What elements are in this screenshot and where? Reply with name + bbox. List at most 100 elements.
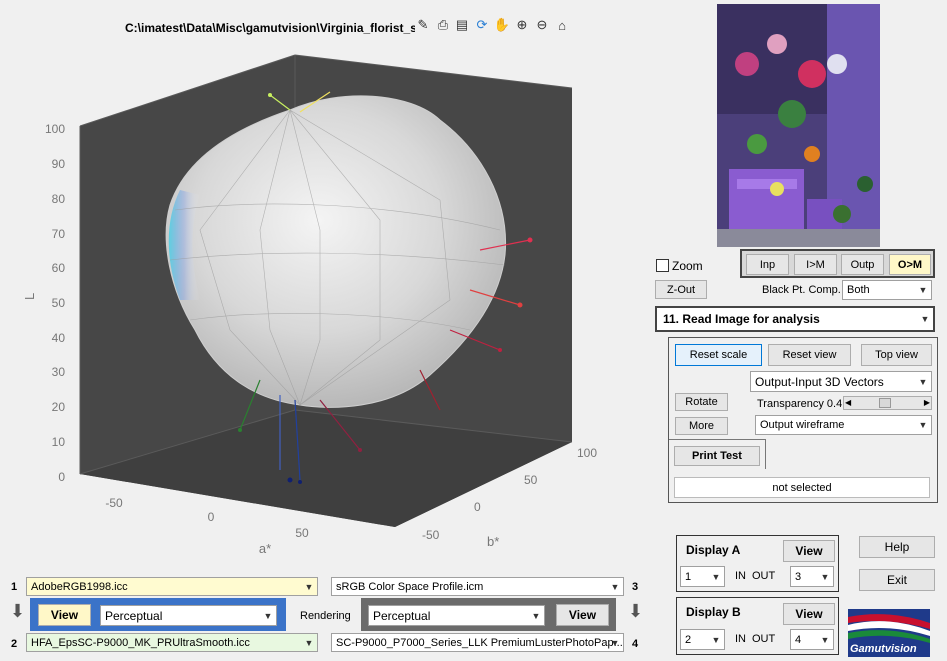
l-tick: 60: [52, 261, 66, 275]
slider-right-arrow-icon[interactable]: ▶: [924, 397, 930, 409]
input-profile-select[interactable]: AdobeRGB1998.icc ▼: [26, 577, 318, 596]
rendering-label: Rendering: [300, 610, 351, 622]
analysis-select-value: 11. Read Image for analysis: [663, 312, 820, 326]
chevron-down-icon: ▼: [610, 637, 620, 648]
vectors-select-value: Output-Input 3D Vectors: [755, 374, 884, 389]
black-pt-value: Both: [847, 284, 870, 296]
figure-title: C:\imatest\Data\Misc\gamutvision\Virgini…: [125, 21, 415, 35]
display-b-view-button[interactable]: View: [783, 603, 835, 625]
intent-left-value: Perceptual: [105, 608, 163, 623]
display-a-in-select[interactable]: 1 ▼: [680, 566, 725, 587]
rotate-3d-icon[interactable]: ⟳: [473, 16, 491, 34]
printer-profile-select[interactable]: HFA_EpsSC-P9000_MK_PRUltraSmooth.icc ▼: [26, 633, 318, 652]
l-tick: 90: [52, 157, 66, 171]
display-b-in-label: IN: [735, 633, 746, 645]
slider-left-arrow-icon[interactable]: ◀: [845, 397, 851, 409]
chevron-down-icon: ▼: [918, 376, 928, 387]
display-b-in-value: 2: [685, 633, 692, 646]
output-profile-select[interactable]: sRGB Color Space Profile.icm ▼: [331, 577, 624, 596]
l-tick: 30: [52, 365, 66, 379]
a-tick: -50: [105, 496, 123, 510]
l-tick: 10: [52, 435, 66, 449]
l-tick: 100: [45, 122, 65, 136]
chevron-down-icon: ▼: [610, 581, 620, 592]
b-tick: 50: [524, 473, 538, 487]
chevron-down-icon: ▼: [711, 571, 721, 582]
brush-icon[interactable]: ✎: [414, 16, 432, 34]
data-tips-icon[interactable]: ▤: [453, 16, 471, 34]
exit-button[interactable]: Exit: [859, 569, 935, 591]
o-to-m-button[interactable]: O>M: [889, 254, 931, 275]
view-right-button[interactable]: View: [556, 604, 609, 626]
reset-view-button[interactable]: Reset view: [768, 344, 851, 366]
l-axis-label: L: [22, 293, 37, 300]
wireframe-select[interactable]: Output wireframe ▼: [755, 415, 932, 435]
display-b-in-select[interactable]: 2 ▼: [680, 629, 725, 650]
rotate-button[interactable]: Rotate: [675, 393, 728, 411]
zoom-label: Zoom: [672, 259, 703, 273]
zoom-out-icon[interactable]: ⊖: [533, 16, 551, 34]
l-tick: 50: [52, 296, 66, 310]
profile-number-4: 4: [632, 638, 639, 650]
b-tick: 0: [474, 500, 481, 514]
chevron-down-icon: ▼: [711, 634, 721, 645]
l-tick: 80: [52, 192, 66, 206]
top-view-button[interactable]: Top view: [861, 344, 932, 366]
paper-profile-value: SC-P9000_P7000_Series_LLK PremiumLusterP…: [336, 636, 623, 649]
transparency-slider[interactable]: ◀ ▶: [843, 396, 932, 410]
printer-profile-value: HFA_EpsSC-P9000_MK_PRUltraSmooth.icc: [31, 636, 250, 649]
print-icon[interactable]: ⎙: [434, 16, 452, 34]
chevron-down-icon: ▼: [304, 637, 314, 648]
chevron-down-icon: ▼: [918, 420, 928, 430]
zoom-in-icon[interactable]: ⊕: [513, 16, 531, 34]
display-a-in-label: IN: [735, 570, 746, 582]
pan-hand-icon[interactable]: ✋: [493, 16, 511, 34]
help-button[interactable]: Help: [859, 536, 935, 558]
down-arrow-left-icon: ⬇: [10, 601, 26, 621]
black-pt-select[interactable]: Both ▼: [842, 280, 932, 300]
display-a-out-value: 3: [795, 570, 802, 583]
l-tick: 0: [58, 470, 65, 484]
display-b-out-value: 4: [795, 633, 802, 646]
gamut-3d-plot[interactable]: 100 90 80 70 60 50 40 30 20 10 0 L -50 0…: [0, 40, 640, 570]
display-a-in-value: 1: [685, 570, 692, 583]
display-a-view-button[interactable]: View: [783, 540, 835, 562]
chevron-down-icon: ▼: [531, 610, 541, 621]
home-icon[interactable]: ⌂: [553, 16, 571, 34]
inp-button[interactable]: Inp: [746, 254, 789, 275]
image-preview: [717, 4, 880, 247]
profile-number-3: 3: [632, 581, 639, 593]
analysis-select[interactable]: 11. Read Image for analysis ▼: [655, 306, 935, 332]
chevron-down-icon: ▼: [918, 285, 928, 295]
chevron-down-icon: ▼: [304, 581, 314, 592]
print-test-button[interactable]: Print Test: [674, 446, 760, 466]
intent-left-select[interactable]: Perceptual ▼: [100, 605, 277, 626]
b-axis-label: b*: [487, 534, 499, 549]
b-tick: -50: [422, 528, 440, 542]
display-a-out-select[interactable]: 3 ▼: [790, 566, 834, 587]
b-tick: 100: [577, 446, 597, 460]
vectors-select[interactable]: Output-Input 3D Vectors ▼: [750, 371, 932, 392]
black-pt-label: Black Pt. Comp.: [762, 284, 841, 296]
display-a-title: Display A: [686, 543, 741, 557]
chevron-down-icon: ▼: [263, 610, 273, 621]
zout-button[interactable]: Z-Out: [655, 280, 707, 299]
outp-button[interactable]: Outp: [841, 254, 884, 275]
chevron-down-icon: ▼: [820, 634, 830, 645]
gamutvision-logo: Gamutvision: [848, 609, 930, 657]
display-b-out-label: OUT: [752, 633, 776, 645]
display-b-out-select[interactable]: 4 ▼: [790, 629, 834, 650]
reset-scale-button[interactable]: Reset scale: [675, 344, 762, 366]
intent-right-select[interactable]: Perceptual ▼: [368, 605, 545, 626]
input-profile-value: AdobeRGB1998.icc: [31, 580, 128, 593]
output-profile-value: sRGB Color Space Profile.icm: [336, 580, 484, 593]
zoom-checkbox[interactable]: [656, 259, 669, 272]
transparency-label: Transparency 0.4: [757, 398, 843, 410]
i-to-m-button[interactable]: I>M: [794, 254, 837, 275]
paper-profile-select[interactable]: SC-P9000_P7000_Series_LLK PremiumLusterP…: [331, 633, 624, 652]
more-button[interactable]: More: [675, 417, 728, 435]
status-field: not selected: [674, 477, 930, 498]
view-left-button[interactable]: View: [38, 604, 91, 626]
slider-thumb[interactable]: [879, 398, 891, 408]
a-tick: 0: [208, 510, 215, 524]
